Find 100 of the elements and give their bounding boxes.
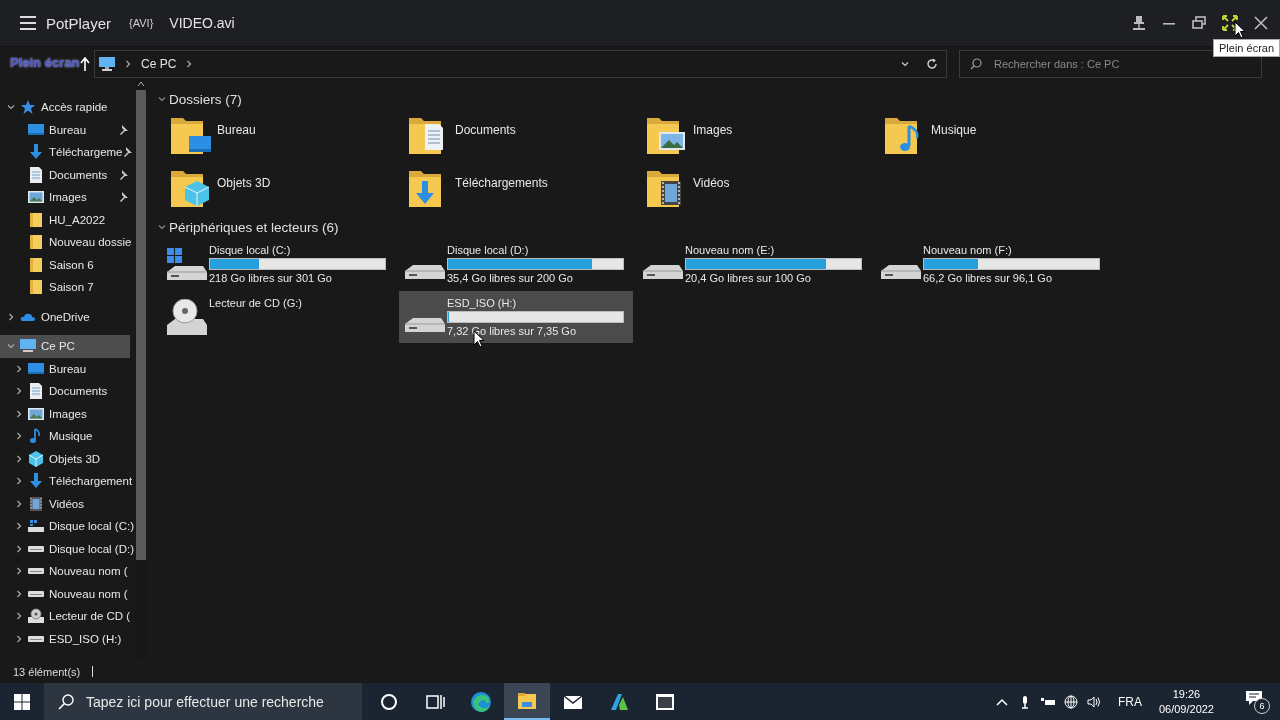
close-icon[interactable] [1254,16,1268,30]
drive-tile[interactable]: Lecteur de CD (G:) [161,291,395,343]
chevron-icon[interactable] [157,222,167,232]
drive-icon [167,248,207,280]
sidebar-item[interactable]: Lecteur de CD ( [0,605,130,628]
speaker-icon[interactable] [1086,694,1101,709]
sidebar-item[interactable]: Ce PC [0,335,130,358]
osd-text: Plein écran [10,55,80,70]
folder-icon [28,234,44,251]
image-icon [28,189,44,206]
globe-icon[interactable] [1063,694,1078,709]
chevron-icon[interactable] [14,543,24,554]
drive-icon [28,520,44,533]
sidebar-item[interactable]: OneDrive [0,305,130,328]
folder-icon [28,256,44,273]
sidebar-item[interactable]: Nouveau nom ( [0,582,130,605]
drive-icon [405,265,445,279]
sidebar-item[interactable]: Téléchargement [0,470,130,493]
search-field[interactable]: Tapez ici pour effectuer une recherche [84,692,358,711]
folder-name[interactable]: Images [693,123,733,137]
drive-name: Nouveau nom (F:) [923,244,1013,256]
chevron-icon[interactable] [14,566,24,577]
folder-name[interactable]: Objets 3D [217,176,271,190]
language-indicator[interactable]: FRA [1117,694,1142,709]
app-title: PotPlayer [46,14,112,32]
sidebar-item[interactable]: Documents [0,380,130,403]
mouse-pointer-icon [1234,21,1246,39]
chevron-icon[interactable] [14,386,24,397]
folder-name[interactable]: Vidéos [693,176,730,190]
chevron-icon [123,58,133,69]
drive-tile[interactable]: Nouveau nom (F:) 66,2 Go libres sur 96,1 Go [875,238,1109,290]
free-space-text: 20,4 Go libres sur 100 Go [685,272,812,284]
chevron-icon[interactable] [14,633,24,644]
chevron-icon[interactable] [14,521,24,532]
menu-icon[interactable] [20,16,36,30]
sidebar-item[interactable]: Vidéos [0,492,130,515]
refresh-icon[interactable] [926,57,938,70]
restore-icon[interactable] [1192,16,1206,30]
sidebar-item[interactable]: Documents [0,163,130,186]
chevron-icon[interactable] [14,453,24,464]
taskbar-button[interactable] [504,683,550,720]
chevron-icon[interactable] [6,311,16,322]
breadcrumb[interactable]: Ce PC [141,56,177,71]
sidebar-item[interactable]: Bureau [0,357,130,380]
desktop-icon [28,360,44,377]
sidebar-item[interactable]: Saison 7 [0,276,130,299]
windows-start-icon[interactable] [14,693,30,710]
computer-icon [20,338,36,355]
notifications-button[interactable]: 6 [1245,689,1270,714]
free-space-text: 66,2 Go libres sur 96,1 Go [923,272,1053,284]
text-cursor-icon [92,666,94,677]
sidebar-item[interactable]: Nouveau nom ( [0,560,130,583]
notification-count: 6 [1254,697,1270,714]
sidebar-item[interactable]: Accès rapide [0,96,130,119]
folder-icon [28,279,44,296]
folder-name[interactable]: Bureau [217,123,256,137]
sidebar-item[interactable]: Bureau [0,118,130,141]
chevron-icon[interactable] [157,94,167,104]
disc-drive-icon [167,299,207,335]
up-arrow-icon[interactable] [80,56,90,71]
drive-tile[interactable]: Disque local (D:) 35,4 Go libres sur 200 Go [399,238,633,290]
drive-name: Lecteur de CD (G:) [209,297,302,309]
fullscreen-icon[interactable] [1222,15,1238,31]
search-box[interactable]: Tapez ici pour effectuer une recherche [44,683,362,720]
sidebar-item[interactable]: Saison 6 [0,253,130,276]
folder-name[interactable]: Musique [931,123,977,137]
chevron-icon[interactable] [14,498,24,509]
scroll-up-icon[interactable] [137,80,145,88]
chevron-icon[interactable] [14,431,24,442]
sidebar-item[interactable]: ESD_ISO (H:) [0,627,130,650]
sidebar-item[interactable]: Images [0,186,130,209]
chevron-icon[interactable] [14,363,24,374]
sidebar-item[interactable]: Objets 3D [0,447,130,470]
item-count: 13 élément(s) [13,665,81,678]
sidebar-item[interactable]: HU_A2022 [0,208,130,231]
section-heading: Périphériques et lecteurs (6) [169,219,339,235]
search-field[interactable]: Rechercher dans : Ce PC [992,56,1236,71]
drive-icon [881,265,921,279]
chevron-icon[interactable] [14,611,24,622]
drive-name: Disque local (D:) [447,244,530,256]
pin-icon[interactable] [1132,16,1146,30]
drive-tile[interactable]: Disque local (C:) 218 Go libres sur 301 Go [161,238,395,290]
drive-tile[interactable]: Nouveau nom (E:) 20,4 Go libres sur 100 Go [637,238,871,290]
drive-icon [643,265,683,279]
sidebar-item[interactable]: Téléchargeme [0,141,130,164]
desktop-icon [28,121,44,138]
computer-icon [99,56,115,71]
address-bar[interactable]: Ce PC [94,49,947,78]
sidebar-item[interactable]: Musique [0,425,130,448]
chevron-icon[interactable] [14,476,24,487]
format-label: {AVI} [129,17,154,29]
chevron-icon[interactable] [14,588,24,599]
drive-icon [405,318,445,332]
document-icon [28,166,44,183]
chevron-icon[interactable] [14,408,24,419]
document-icon [28,383,44,400]
folder-name[interactable]: Documents [455,123,516,137]
folder-name[interactable]: Téléchargements [455,176,548,190]
sidebar-item[interactable]: Images [0,402,130,425]
sidebar-item[interactable]: Nouveau dossie [0,231,130,254]
